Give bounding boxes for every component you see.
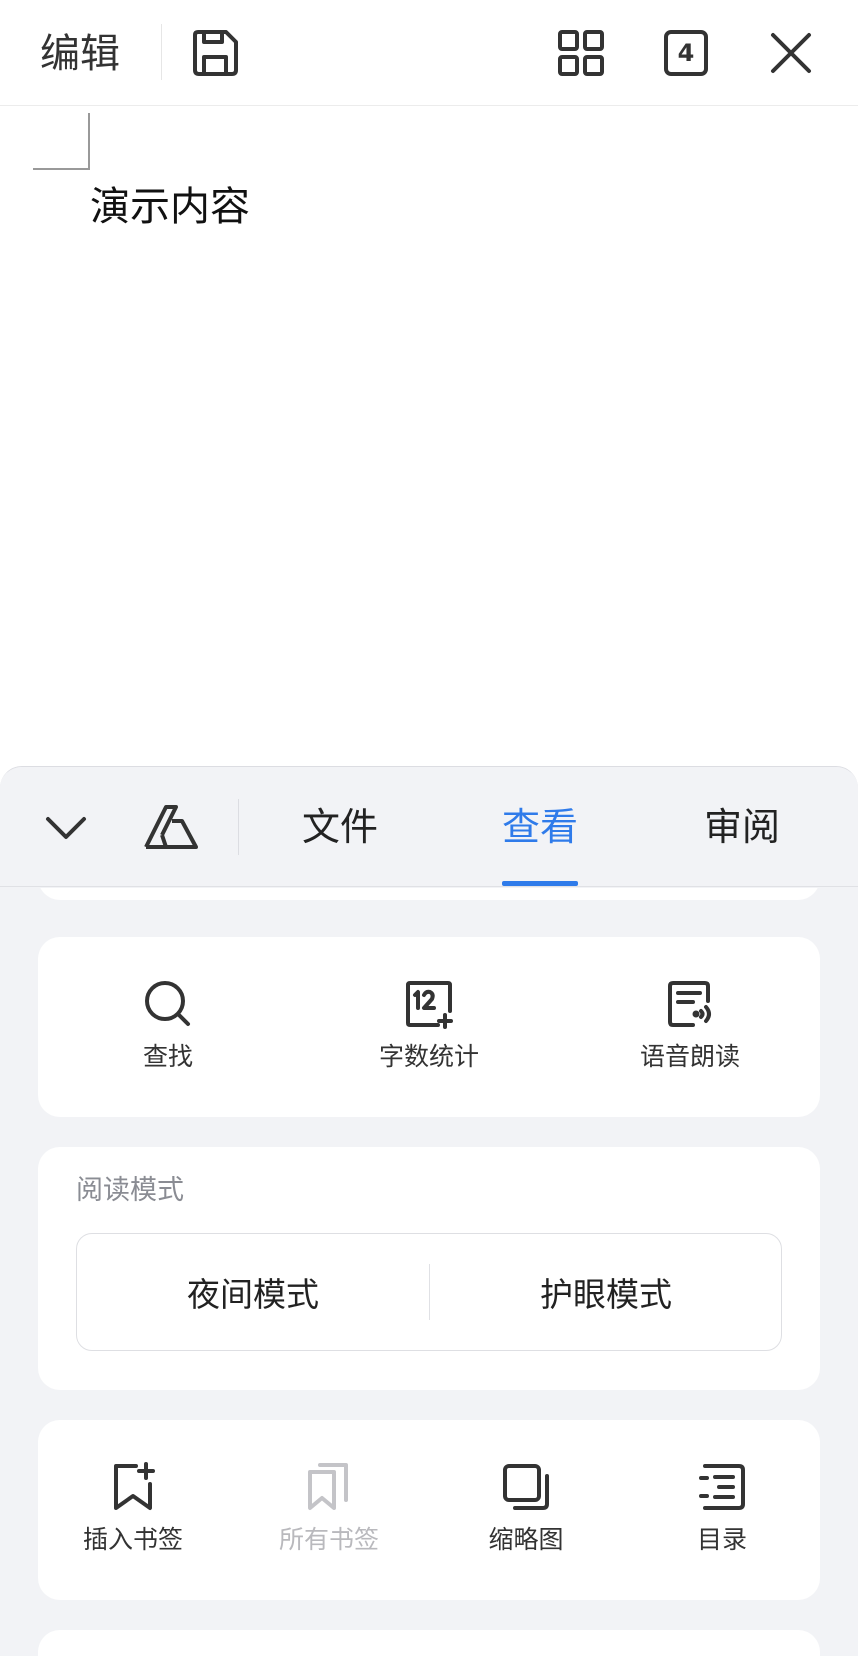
close-button[interactable] [762,24,820,82]
document-area[interactable]: 演示内容 [0,107,858,767]
document-text[interactable]: 演示内容 [90,177,250,237]
thumbnail-icon [503,1464,549,1510]
active-tab-indicator [502,881,578,886]
reading-mode-segmented: 夜间模式 护眼模式 [76,1233,782,1351]
grid-icon [558,30,604,76]
tab-file[interactable]: 文件 [300,797,380,857]
close-icon [771,33,811,73]
grid-view-button[interactable] [552,24,610,82]
panel-scroll-area[interactable]: 查找 字数统计 语音朗读 阅读模式 夜间模式 护眼模式 插入书签 所有书签 缩略… [0,888,858,1656]
all-bookmarks-label: 所有书签 [278,1525,379,1554]
insert-bookmark-label: 插入书签 [82,1525,183,1554]
previous-card [38,888,820,900]
top-toolbar: 编辑 4 [0,0,858,106]
word-count-button[interactable]: 字数统计 [329,977,529,1087]
thumbnail-button[interactable]: 缩略图 [426,1460,626,1570]
read-aloud-icon [668,981,711,1027]
toolbar-divider [161,24,162,80]
word-count-icon [406,981,453,1029]
tab-review[interactable]: 审阅 [702,797,782,857]
all-bookmarks-button[interactable]: 所有书签 [229,1460,429,1570]
tab-count-button[interactable]: 4 [657,24,715,82]
edit-button[interactable]: 编辑 [40,26,120,82]
night-mode-button[interactable]: 夜间模式 [77,1234,429,1350]
save-icon [193,30,238,76]
panel-tab-bar: 文件 查看 审阅 [0,767,858,887]
reading-mode-title: 阅读模式 [76,1175,184,1206]
reading-mode-card: 阅读模式 夜间模式 护眼模式 [38,1147,820,1390]
insert-bookmark-icon [114,1462,155,1510]
toc-button[interactable]: 目录 [622,1460,822,1570]
tab-view[interactable]: 查看 [500,797,580,857]
tab-divider [238,799,239,855]
pen-shape-icon[interactable] [142,799,200,857]
word-count-label: 字数统计 [378,1042,479,1071]
next-card [38,1630,820,1656]
tools-card: 查找 字数统计 语音朗读 [38,937,820,1117]
insert-bookmark-button[interactable]: 插入书签 [33,1460,233,1570]
page-corner-mark [33,113,90,170]
chevron-down-icon[interactable] [40,803,92,855]
read-aloud-label: 语音朗读 [639,1042,740,1071]
toc-label: 目录 [696,1525,747,1554]
save-button[interactable] [186,24,244,82]
find-label: 查找 [142,1042,193,1071]
find-button[interactable]: 查找 [68,977,268,1087]
view-panel: 文件 查看 审阅 查找 字数统计 语音朗读 阅读模式 夜间模式 护眼模式 插入书… [0,766,858,1656]
tab-count-icon [664,30,708,76]
eye-care-mode-button[interactable]: 护眼模式 [430,1234,782,1350]
all-bookmarks-icon [308,1463,348,1510]
toc-icon [699,1464,745,1510]
read-aloud-button[interactable]: 语音朗读 [590,977,790,1087]
thumbnail-label: 缩略图 [488,1525,564,1554]
bookmarks-card: 插入书签 所有书签 缩略图 目录 [38,1420,820,1600]
search-icon [145,981,190,1026]
